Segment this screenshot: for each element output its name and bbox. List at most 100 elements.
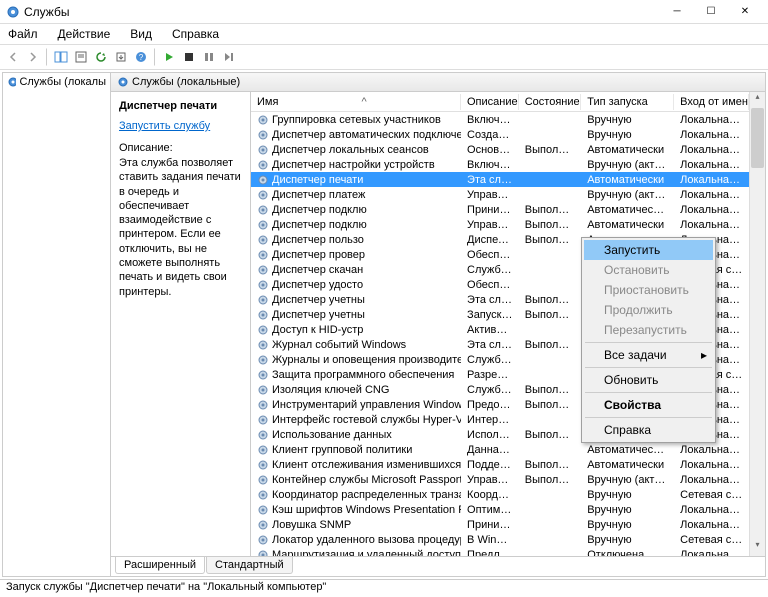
ctx-resume: Продолжить <box>584 300 713 320</box>
service-row[interactable]: Ловушка SNMPПринимае...ВручнуюЛокальная … <box>251 517 749 532</box>
detail-view-button[interactable] <box>52 48 70 66</box>
service-list[interactable]: Имя ^ Описание Состояние Тип запуска Вхо… <box>251 92 749 556</box>
start-service-link[interactable]: Запустить службу <box>119 120 242 132</box>
tree-root[interactable]: Службы (локалы <box>5 75 108 89</box>
service-row[interactable]: Клиент отслеживания изменившихся связейП… <box>251 457 749 472</box>
window-title: Службы <box>24 5 660 19</box>
tree-pane[interactable]: Службы (локалы <box>3 73 111 576</box>
service-row[interactable]: Диспетчер платежУправляет ...Вручную (ак… <box>251 187 749 202</box>
service-row[interactable]: Кэш шрифтов Windows Presentation Foundat… <box>251 502 749 517</box>
service-row[interactable]: Группировка сетевых участниковВключает .… <box>251 112 749 127</box>
toolbar: ? <box>0 44 768 70</box>
menu-action[interactable]: Действие <box>54 26 115 42</box>
pause-service-button[interactable] <box>200 48 218 66</box>
service-icon <box>257 504 269 516</box>
service-row[interactable]: Диспетчер подклюПринимае...ВыполняетсяАв… <box>251 202 749 217</box>
service-icon <box>257 309 269 321</box>
menubar: Файл Действие Вид Справка <box>0 24 768 44</box>
service-icon <box>257 354 269 366</box>
service-row[interactable]: Диспетчер печатиЭта служб...Автоматическ… <box>251 172 749 187</box>
service-icon <box>257 114 269 126</box>
service-icon <box>257 144 269 156</box>
ctx-alltasks[interactable]: Все задачи▸ <box>584 345 713 365</box>
service-icon <box>257 189 269 201</box>
service-icon <box>257 399 269 411</box>
service-icon <box>257 384 269 396</box>
service-icon <box>257 249 269 261</box>
service-row[interactable]: Клиент групповой политикиДанная сл...Авт… <box>251 442 749 457</box>
service-row[interactable]: Диспетчер автоматических подключений уда… <box>251 127 749 142</box>
col-state[interactable]: Состояние <box>519 94 581 110</box>
close-button[interactable]: ✕ <box>728 1 762 23</box>
service-icon <box>257 474 269 486</box>
tab-standard[interactable]: Стандартный <box>206 557 293 574</box>
ctx-stop: Остановить <box>584 260 713 280</box>
description-label: Описание: <box>119 142 242 154</box>
ctx-refresh[interactable]: Обновить <box>584 370 713 390</box>
col-logon[interactable]: Вход от имени <box>674 94 749 110</box>
stop-service-button[interactable] <box>180 48 198 66</box>
service-row[interactable]: Контейнер службы Microsoft PassportУправ… <box>251 472 749 487</box>
service-icon <box>257 159 269 171</box>
forward-button[interactable] <box>24 48 42 66</box>
service-icon <box>257 549 269 557</box>
ctx-properties[interactable]: Свойства <box>584 395 713 415</box>
statusbar: Запуск службы "Диспетчер печати" на "Лок… <box>0 579 768 597</box>
content-area: Службы (локалы Службы (локальные) Диспет… <box>2 72 766 577</box>
menu-file[interactable]: Файл <box>4 26 42 42</box>
service-row[interactable]: Диспетчер настройки устройствВключени...… <box>251 157 749 172</box>
service-icon <box>257 459 269 471</box>
col-name[interactable]: Имя ^ <box>251 94 461 110</box>
service-row[interactable]: Координатор распределенных транзакцийКоо… <box>251 487 749 502</box>
service-icon <box>257 204 269 216</box>
service-row[interactable]: Локатор удаленного вызова процедур (RPC)… <box>251 532 749 547</box>
menu-view[interactable]: Вид <box>126 26 156 42</box>
app-icon <box>6 5 20 19</box>
context-menu: Запустить Остановить Приостановить Продо… <box>581 237 716 443</box>
service-row[interactable]: Маршрутизация и удаленный доступПредлага… <box>251 547 749 556</box>
ctx-start[interactable]: Запустить <box>584 240 713 260</box>
svg-text:?: ? <box>139 53 144 62</box>
service-icon <box>257 294 269 306</box>
pane-header: Службы (локальные) <box>111 73 765 92</box>
start-service-button[interactable] <box>160 48 178 66</box>
service-icon <box>257 324 269 336</box>
service-icon <box>257 429 269 441</box>
service-icon <box>257 414 269 426</box>
selected-service-name: Диспетчер печати <box>119 100 242 112</box>
vertical-scrollbar[interactable]: ▴ ▾ <box>749 92 765 556</box>
props-button[interactable] <box>72 48 90 66</box>
help-button[interactable]: ? <box>132 48 150 66</box>
ctx-pause: Приостановить <box>584 280 713 300</box>
service-icon <box>257 219 269 231</box>
refresh-button[interactable] <box>92 48 110 66</box>
back-button[interactable] <box>4 48 22 66</box>
description-text: Эта служба позволяет ставить задания печ… <box>119 156 242 299</box>
detail-pane: Диспетчер печати Запустить службу Описан… <box>111 92 251 556</box>
menu-help[interactable]: Справка <box>168 26 223 42</box>
service-row[interactable]: Диспетчер подклюУправляет ...Выполняется… <box>251 217 749 232</box>
minimize-button[interactable]: ─ <box>660 1 694 23</box>
service-icon <box>257 129 269 141</box>
service-icon <box>257 234 269 246</box>
ctx-help[interactable]: Справка <box>584 420 713 440</box>
service-icon <box>257 519 269 531</box>
service-icon <box>257 489 269 501</box>
service-row[interactable]: Диспетчер локальных сеансовОсновная ...В… <box>251 142 749 157</box>
service-icon <box>257 174 269 186</box>
col-description[interactable]: Описание <box>461 94 519 110</box>
service-icon <box>257 534 269 546</box>
restart-service-button[interactable] <box>220 48 238 66</box>
list-header[interactable]: Имя ^ Описание Состояние Тип запуска Вхо… <box>251 92 749 112</box>
maximize-button[interactable]: ☐ <box>694 1 728 23</box>
export-button[interactable] <box>112 48 130 66</box>
service-icon <box>257 339 269 351</box>
view-tabs: Расширенный Стандартный <box>111 556 765 576</box>
col-startup[interactable]: Тип запуска <box>581 94 674 110</box>
service-icon <box>257 369 269 381</box>
service-icon <box>257 444 269 456</box>
ctx-restart: Перезапустить <box>584 320 713 340</box>
service-icon <box>257 264 269 276</box>
tab-extended[interactable]: Расширенный <box>115 557 205 574</box>
titlebar: Службы ─ ☐ ✕ <box>0 0 768 24</box>
